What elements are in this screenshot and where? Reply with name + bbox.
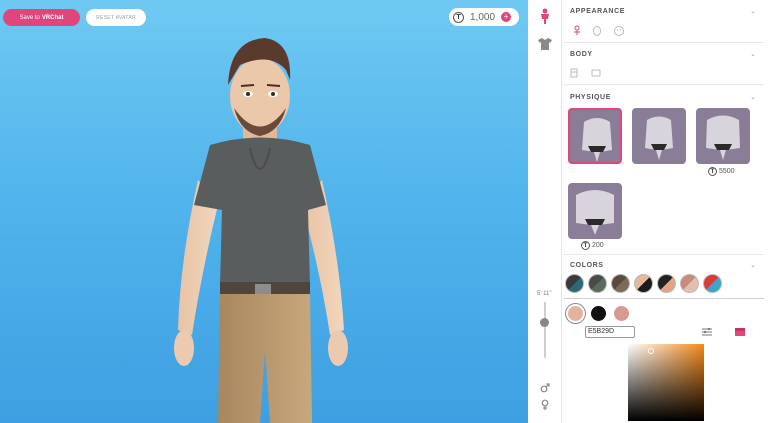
save-brand: VRChat xyxy=(41,14,64,21)
appearance-title: APPEARANCE xyxy=(570,8,626,15)
save-prefix: Save to xyxy=(19,14,40,21)
chevron-down-icon[interactable]: ⌄ xyxy=(750,50,756,58)
male-icon[interactable] xyxy=(537,380,553,396)
avatar-viewport[interactable]: Save to VRChat RESET AVATAR T 1,000 + xyxy=(0,0,528,423)
add-tokens-button[interactable]: + xyxy=(501,12,512,22)
divider xyxy=(564,298,764,299)
chevron-down-icon[interactable]: ⌄ xyxy=(750,93,756,101)
color-swatch-3[interactable] xyxy=(611,274,630,293)
category-column: 5' 11" xyxy=(528,0,562,423)
physique-title: PHYSIQUE xyxy=(570,94,611,101)
figure-icon[interactable] xyxy=(571,25,583,37)
price-value: 5500 xyxy=(719,168,735,175)
person-icon[interactable] xyxy=(537,8,553,24)
reset-avatar-button[interactable]: RESET AVATAR xyxy=(86,9,146,26)
color-swatch-4[interactable] xyxy=(634,274,653,293)
colors-title: COLORS xyxy=(570,262,604,269)
swatch-icon[interactable] xyxy=(734,326,746,338)
physique-option-1[interactable] xyxy=(568,108,622,164)
height-slider-track[interactable] xyxy=(544,302,546,358)
color-swatch-1[interactable] xyxy=(565,274,584,293)
physique-option-4[interactable] xyxy=(568,183,622,239)
female-icon[interactable] xyxy=(537,397,553,413)
token-balance: T 1,000 + xyxy=(449,8,519,26)
chevron-down-icon[interactable]: ⌄ xyxy=(750,7,756,15)
physique-price-4: T 200 xyxy=(581,241,604,250)
face-icon[interactable] xyxy=(613,25,625,37)
physique-option-3[interactable] xyxy=(696,108,750,164)
skin-texture-icon[interactable] xyxy=(590,67,602,79)
divider xyxy=(564,42,764,43)
save-to-vrchat-button[interactable]: Save to VRChat xyxy=(3,9,80,26)
selected-color-2[interactable] xyxy=(591,306,606,321)
body-title: BODY xyxy=(570,51,593,58)
color-swatch-6[interactable] xyxy=(680,274,699,293)
physique-price-3: T 5500 xyxy=(708,167,735,176)
selected-color-1[interactable] xyxy=(568,306,583,321)
price-value: 200 xyxy=(592,242,604,249)
chevron-down-icon[interactable]: ⌄ xyxy=(750,261,756,269)
torso-icon[interactable] xyxy=(568,67,580,79)
avatar-model xyxy=(174,38,348,423)
divider xyxy=(564,84,764,85)
height-slider-handle[interactable] xyxy=(540,318,549,327)
sliders-icon[interactable] xyxy=(701,326,713,338)
color-swatch-7[interactable] xyxy=(703,274,722,293)
height-label: 5' 11" xyxy=(537,291,552,297)
selected-color-3[interactable] xyxy=(614,306,629,321)
token-icon: T xyxy=(453,11,464,23)
physique-option-2[interactable] xyxy=(632,108,686,164)
head-icon[interactable] xyxy=(591,25,603,37)
shirt-icon[interactable] xyxy=(537,36,553,52)
color-swatch-5[interactable] xyxy=(657,274,676,293)
divider xyxy=(564,254,764,255)
token-amount: 1,000 xyxy=(470,11,496,23)
color-picker-cursor[interactable] xyxy=(648,348,654,354)
token-icon: T xyxy=(581,241,590,250)
hex-color-input[interactable]: E5B29D xyxy=(585,326,635,338)
color-swatch-2[interactable] xyxy=(588,274,607,293)
color-picker-area[interactable] xyxy=(628,344,704,421)
token-icon: T xyxy=(708,167,717,176)
